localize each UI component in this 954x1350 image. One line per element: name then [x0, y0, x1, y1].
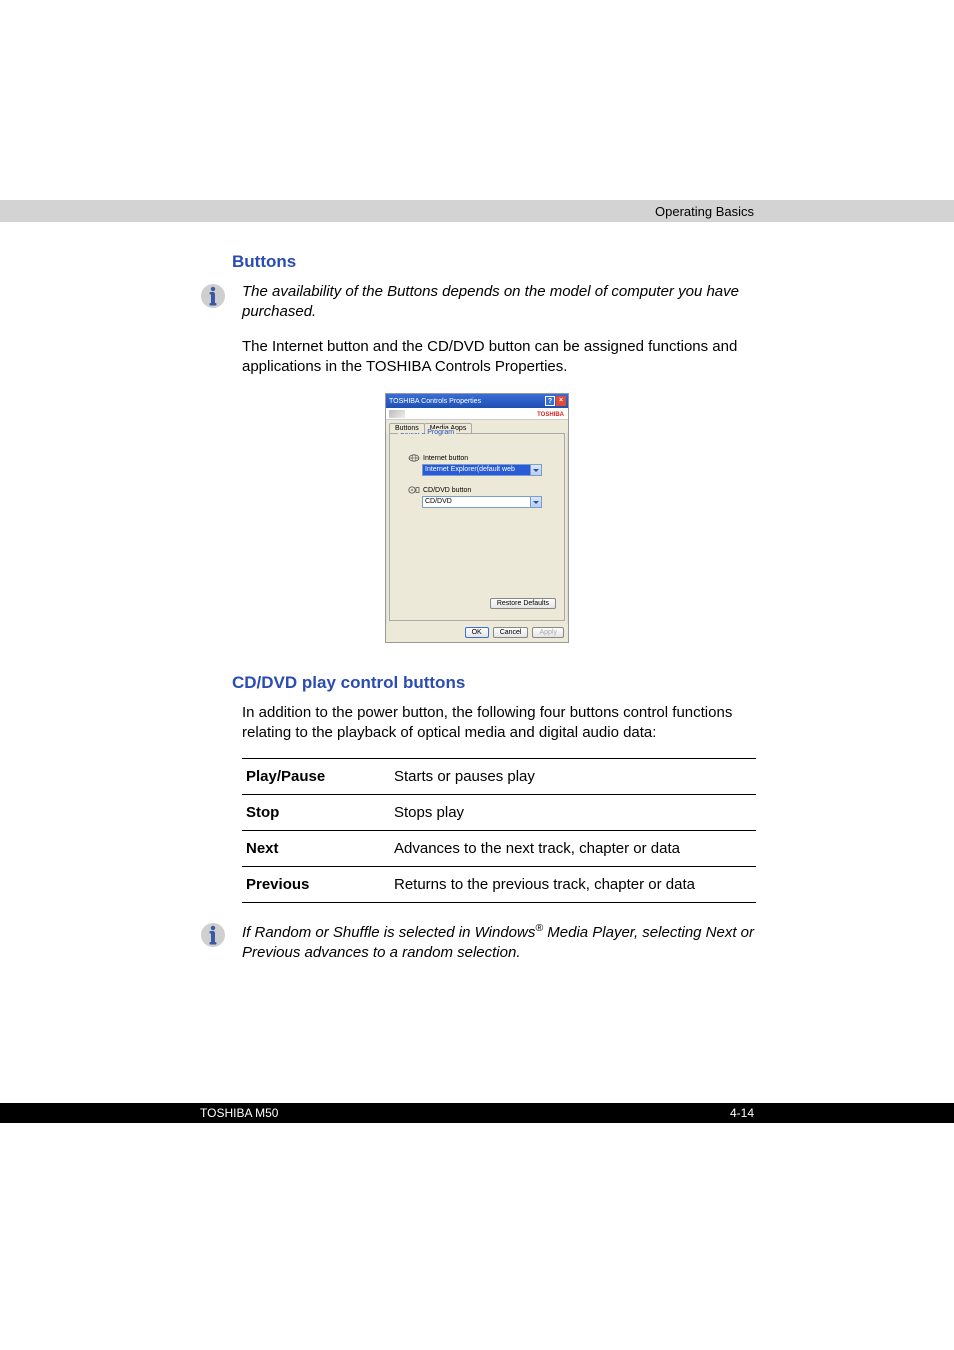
footer-model: TOSHIBA M50: [200, 1106, 278, 1120]
table-row: Next Advances to the next track, chapter…: [242, 830, 756, 866]
chevron-down-icon[interactable]: [531, 464, 542, 476]
header-section: Operating Basics: [655, 204, 754, 219]
dialog-titlebar: TOSHIBA Controls Properties ? ×: [386, 394, 568, 408]
cancel-button[interactable]: Cancel: [493, 627, 529, 638]
help-icon[interactable]: ?: [545, 396, 555, 406]
internet-button-value: Internet Explorer(default web browser): [422, 464, 531, 476]
dialog-pane: Select a Program Internet button Interne…: [389, 433, 565, 621]
registered-mark: ®: [535, 922, 543, 934]
buttons-body: The Internet button and the CD/DVD butto…: [242, 337, 756, 378]
internet-button-label: Internet button: [423, 455, 468, 462]
button-desc: Advances to the next track, chapter or d…: [390, 830, 756, 866]
button-name: Stop: [242, 794, 390, 830]
section-cddvd-title: CD/DVD play control buttons: [232, 673, 756, 693]
close-icon[interactable]: ×: [556, 396, 566, 406]
table-row: Previous Returns to the previous track, …: [242, 866, 756, 902]
chevron-down-icon[interactable]: [531, 496, 542, 508]
note-shuffle-text: If Random or Shuffle is selected in Wind…: [242, 921, 756, 964]
note-shuffle-a: If Random or Shuffle is selected in Wind…: [242, 924, 535, 941]
cddvd-button-label: CD/DVD button: [423, 487, 471, 494]
internet-button-select[interactable]: Internet Explorer(default web browser): [422, 464, 542, 476]
info-icon: [198, 921, 228, 949]
note-shuffle: If Random or Shuffle is selected in Wind…: [198, 921, 756, 964]
button-desc: Returns to the previous track, chapter o…: [390, 866, 756, 902]
info-icon: [198, 282, 228, 310]
table-row: Stop Stops play: [242, 794, 756, 830]
footer-page: 4-14: [730, 1106, 754, 1120]
dialog-title: TOSHIBA Controls Properties: [389, 398, 481, 405]
dialog-screenshot: TOSHIBA Controls Properties ? × TOSHIBA …: [385, 393, 569, 643]
page-header: Operating Basics: [0, 200, 954, 222]
button-name: Previous: [242, 866, 390, 902]
buttons-table: Play/Pause Starts or pauses play Stop St…: [242, 758, 756, 903]
button-desc: Stops play: [390, 794, 756, 830]
note-buttons: The availability of the Buttons depends …: [198, 282, 756, 323]
cddvd-body: In addition to the power button, the fol…: [242, 703, 756, 744]
note-buttons-text: The availability of the Buttons depends …: [242, 282, 756, 323]
dialog-brand: TOSHIBA: [386, 408, 568, 420]
table-row: Play/Pause Starts or pauses play: [242, 758, 756, 794]
button-name: Next: [242, 830, 390, 866]
ok-button[interactable]: OK: [465, 627, 489, 638]
page-footer: TOSHIBA M50 4-14: [0, 1103, 954, 1123]
cddvd-button-select[interactable]: CD/DVD: [422, 496, 542, 508]
section-buttons-title: Buttons: [232, 252, 756, 272]
cddvd-button-value: CD/DVD: [422, 496, 531, 508]
button-desc: Starts or pauses play: [390, 758, 756, 794]
tab-buttons[interactable]: Buttons: [389, 423, 425, 433]
internet-icon: [408, 454, 420, 462]
button-name: Play/Pause: [242, 758, 390, 794]
cd-icon: [408, 486, 420, 494]
restore-defaults-button[interactable]: Restore Defaults: [490, 598, 556, 609]
apply-button[interactable]: Apply: [532, 627, 564, 638]
